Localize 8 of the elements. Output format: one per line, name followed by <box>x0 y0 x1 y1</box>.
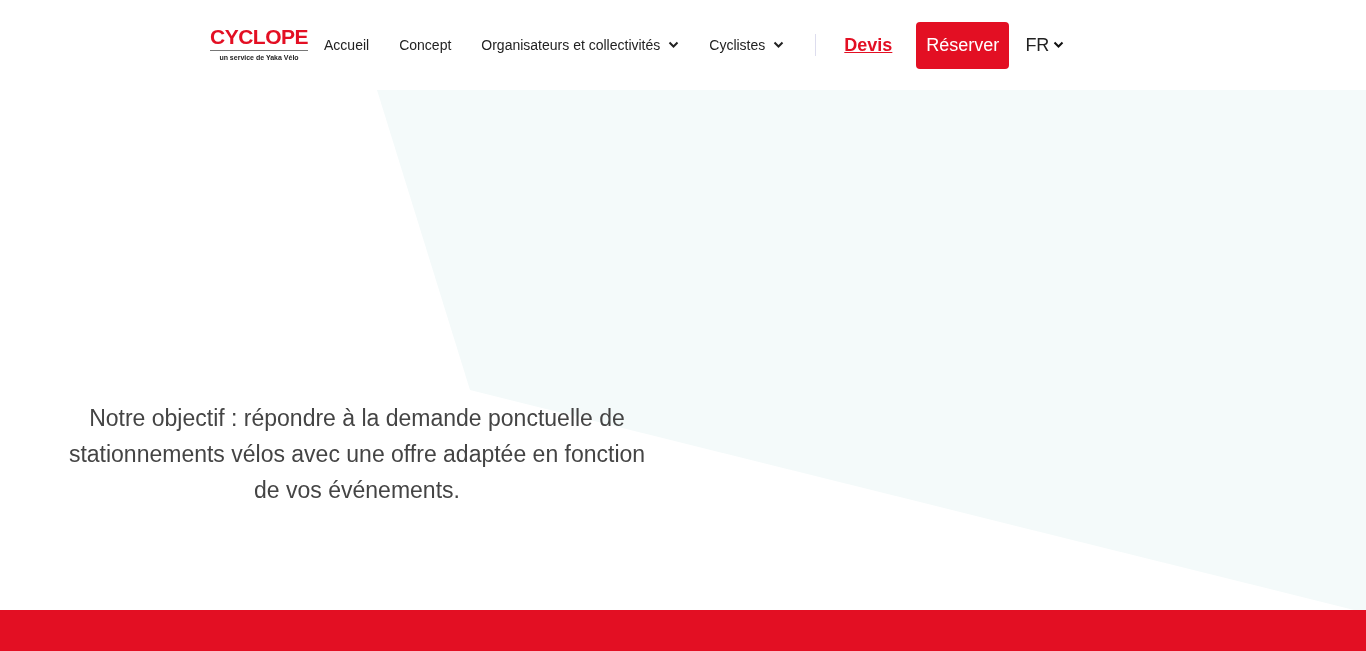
nav-link[interactable]: Organisateurs et collectivités <box>481 34 680 56</box>
language-selector[interactable]: FR <box>1025 31 1065 59</box>
hero-text: Notre objectif : répondre à la demande ponctuelle de stationnements vélos avec une offre adaptée en fonction de vos événements. <box>67 404 647 505</box>
nav-link[interactable]: Accueil <box>324 34 370 56</box>
book-button[interactable]: Réserver <box>916 21 1010 69</box>
nav-link[interactable]: Concept <box>399 34 452 56</box>
quote-link[interactable]: Devis <box>844 31 893 59</box>
nav-link[interactable]: Cyclistes <box>709 34 785 56</box>
